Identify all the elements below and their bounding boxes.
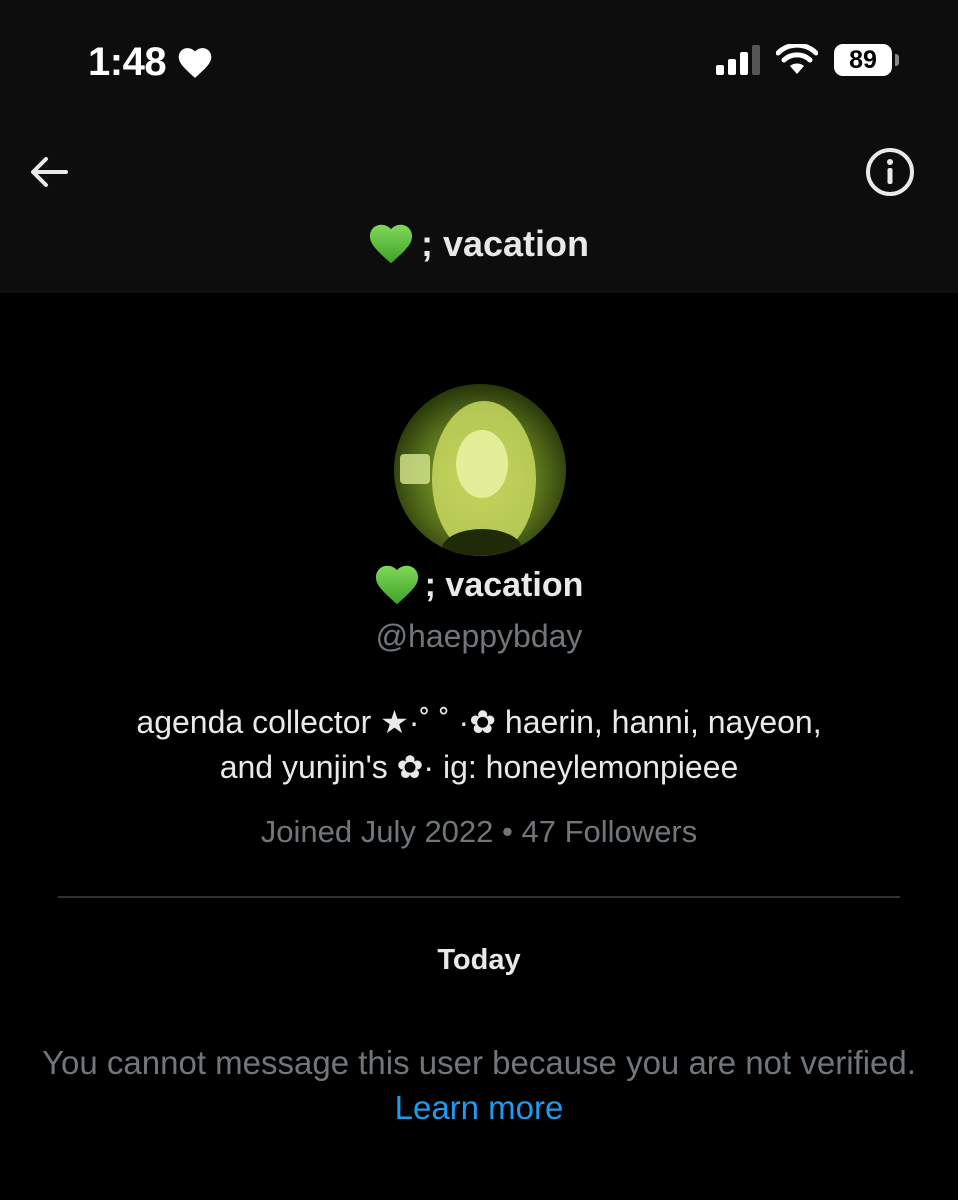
status-time: 1:48 [88, 40, 212, 85]
cellular-signal-icon [716, 45, 760, 75]
avatar[interactable] [394, 384, 566, 556]
dm-conversation-screen: 1:48 89 ; vacation ; vacation @haeppybda… [0, 0, 958, 1200]
wifi-icon [776, 44, 818, 74]
status-indicators: 89 [716, 44, 899, 76]
status-time-label: 1:48 [88, 40, 167, 84]
conversation-info-button[interactable] [864, 146, 916, 198]
info-circle-icon [866, 148, 914, 196]
profile-meta: Joined July 2022 • 47 Followers [0, 814, 958, 850]
profile-bio: agenda collector ★·˚ ˚ ·✿ haerin, hanni,… [40, 700, 918, 790]
profile-name: ; vacation [0, 563, 958, 607]
battery-tip [895, 54, 899, 66]
bio-line: agenda collector ★·˚ ˚ ·✿ haerin, hanni,… [136, 704, 822, 740]
heart-icon [178, 47, 212, 78]
date-separator: Today [437, 944, 521, 976]
battery-indicator: 89 [834, 44, 899, 76]
joined-date: Joined July 2022 [260, 814, 494, 849]
cannot-message-notice: You cannot message this user because you… [40, 1040, 918, 1130]
bio-line: and yunjin's ✿· ig: honeylemonpieee [219, 749, 739, 785]
header-bar: 1:48 89 ; vacation [0, 0, 958, 293]
notice-text: You cannot message this user because you… [42, 1044, 916, 1081]
battery-level: 89 [849, 45, 877, 74]
avatar-photo [394, 384, 566, 556]
learn-more-link[interactable]: Learn more [395, 1089, 564, 1126]
header-title-text: ; vacation [420, 223, 590, 264]
profile-handle[interactable]: @haeppybday [0, 618, 958, 655]
arrow-left-icon [31, 157, 68, 187]
green-heart-icon [369, 224, 413, 264]
header-title: ; vacation [0, 222, 958, 266]
meta-separator: • [502, 814, 513, 849]
green-heart-icon [375, 565, 418, 605]
profile-name-text: ; vacation [424, 565, 584, 604]
back-button[interactable] [26, 148, 74, 196]
divider [58, 896, 900, 898]
followers-count[interactable]: 47 Followers [522, 814, 698, 849]
